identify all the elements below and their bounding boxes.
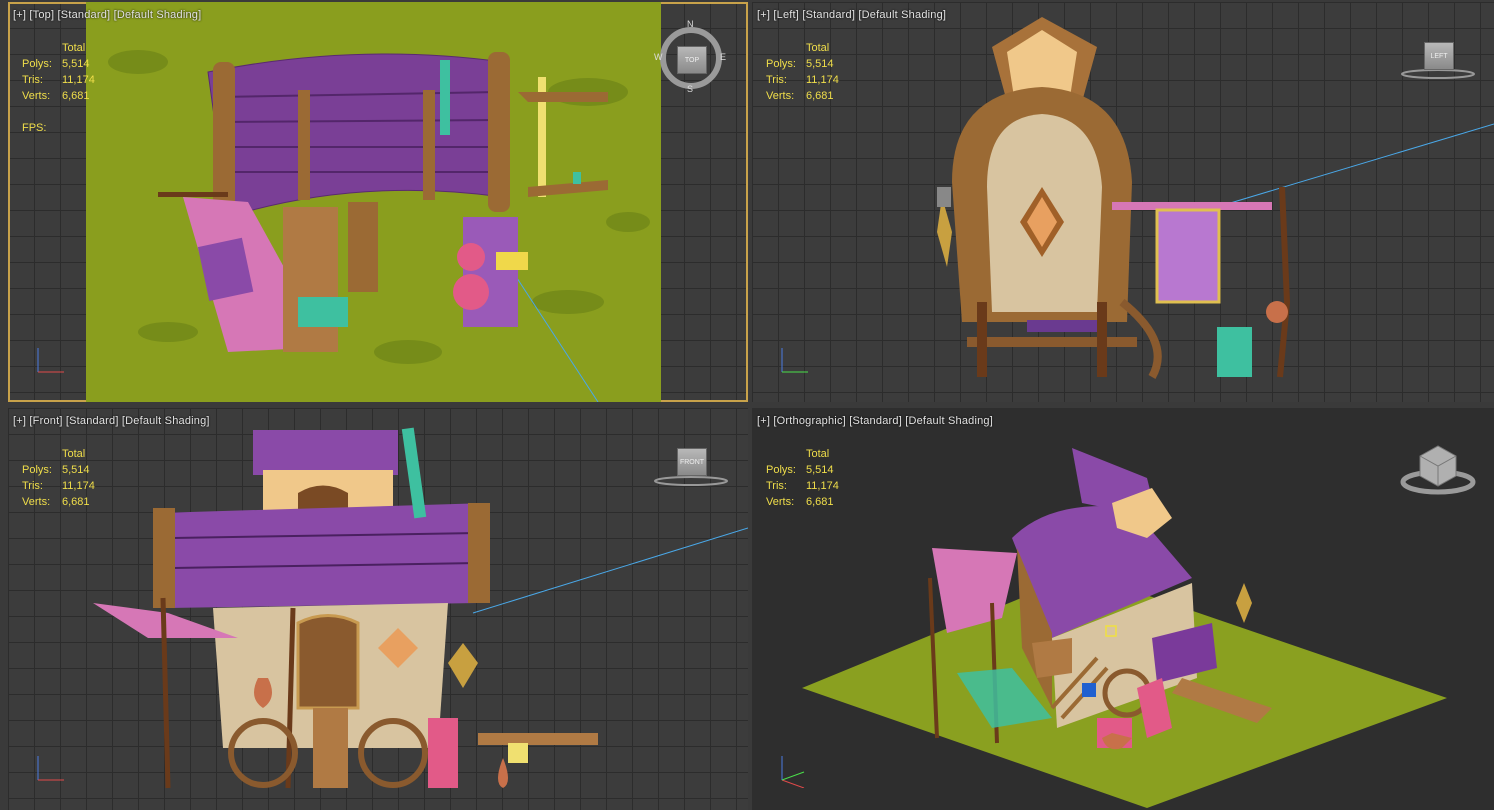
scene-statistics: Total Polys: 5,514 Tris: 11,174 Verts: 6,68…: [22, 40, 95, 136]
ortho-view-scene: [802, 448, 1447, 808]
viewcube-face[interactable]: LEFT: [1424, 42, 1454, 70]
viewcube-compass[interactable]: TOP N S E W: [654, 19, 730, 96]
viewport-standard-label[interactable]: [Standard]: [66, 415, 119, 427]
axis-tripod-icon: [37, 756, 64, 781]
stats-tris-value: 11,174: [806, 74, 839, 86]
viewcube-face[interactable]: TOP: [677, 46, 707, 74]
viewport-menu-plus[interactable]: [+]: [757, 9, 770, 21]
viewport-label[interactable]: [+] [Front] [Standard] [Default Shading]: [13, 415, 210, 427]
axis-tripod-icon: [781, 348, 808, 373]
stats-tris-label: Tris:: [766, 74, 787, 86]
viewcube[interactable]: FRONT: [653, 446, 729, 488]
stats-polys-value: 5,514: [62, 58, 90, 70]
compass-west-label: W: [654, 52, 663, 62]
stats-tris-value: 11,174: [806, 480, 839, 492]
viewport-menu-plus[interactable]: [+]: [13, 9, 26, 21]
stats-polys-label: Polys:: [22, 464, 52, 476]
stats-verts-value: 6,681: [806, 90, 834, 102]
stats-fps-label: FPS:: [22, 122, 47, 134]
viewport-menu-plus[interactable]: [+]: [13, 415, 26, 427]
viewport-left[interactable]: [+] [Left] [Standard] [Default Shading] …: [752, 2, 1494, 402]
stats-total-header: Total: [806, 448, 830, 460]
stats-tris-label: Tris:: [766, 480, 787, 492]
stats-total-header: Total: [806, 42, 830, 54]
viewcube-3d[interactable]: [1400, 442, 1476, 496]
stats-total-header: Total: [62, 42, 86, 54]
axis-tripod-icon: [781, 756, 805, 788]
axis-tripod-icon: [37, 348, 64, 373]
viewport-label[interactable]: [+] [Top] [Standard] [Default Shading]: [13, 9, 201, 21]
viewcube-face[interactable]: FRONT: [677, 448, 707, 476]
stats-polys-label: Polys:: [22, 58, 52, 70]
stats-polys-label: Polys:: [766, 464, 796, 476]
stats-verts-value: 6,681: [62, 90, 90, 102]
viewcube-icon: [1400, 445, 1476, 495]
viewport-shading-label[interactable]: [Default Shading]: [114, 9, 202, 21]
stats-polys-label: Polys:: [766, 58, 796, 70]
compass-south-label: S: [687, 84, 694, 94]
scene-statistics: Total Polys: 5,514 Tris: 11,174 Verts: 6,68…: [766, 446, 839, 510]
viewcube[interactable]: LEFT: [1400, 40, 1476, 80]
scene-statistics: Total Polys: 5,514 Tris: 11,174 Verts: 6,68…: [766, 40, 839, 104]
viewport-shading-label[interactable]: [Default Shading]: [858, 9, 946, 21]
viewport-top[interactable]: [+] [Top] [Standard] [Default Shading] T…: [8, 2, 748, 402]
left-view-scene: [937, 17, 1494, 379]
viewport-label[interactable]: [+] [Orthographic] [Standard] [Default S…: [757, 415, 993, 427]
front-view-scene: [93, 427, 748, 789]
compass-north-label: N: [687, 19, 694, 29]
viewport-pov-label[interactable]: [Front]: [29, 415, 62, 427]
viewport-pov-label[interactable]: [Top]: [29, 9, 54, 21]
stats-polys-value: 5,514: [806, 58, 834, 70]
viewport-orthographic[interactable]: [+] [Orthographic] [Standard] [Default S…: [752, 408, 1494, 810]
stats-verts-label: Verts:: [766, 496, 795, 508]
viewport-pov-label[interactable]: [Left]: [773, 9, 799, 21]
viewport-front[interactable]: [+] [Front] [Standard] [Default Shading]…: [8, 408, 748, 810]
compass-east-label: E: [720, 52, 727, 62]
stats-verts-value: 6,681: [62, 496, 90, 508]
stats-polys-value: 5,514: [62, 464, 90, 476]
stats-verts-label: Verts:: [22, 496, 51, 508]
stats-total-header: Total: [62, 448, 86, 460]
viewport-standard-label[interactable]: [Standard]: [849, 415, 902, 427]
stats-tris-label: Tris:: [22, 480, 43, 492]
viewport-standard-label[interactable]: [Standard]: [58, 9, 111, 21]
top-view-scene: [86, 2, 661, 402]
stats-tris-value: 11,174: [62, 480, 95, 492]
scene-statistics: Total Polys: 5,514 Tris: 11,174 Verts: 6,68…: [22, 446, 95, 510]
stats-polys-value: 5,514: [806, 464, 834, 476]
stats-verts-label: Verts:: [22, 90, 51, 102]
viewport-shading-label[interactable]: [Default Shading]: [122, 415, 210, 427]
viewport-pov-label[interactable]: [Orthographic]: [773, 415, 846, 427]
stats-tris-label: Tris:: [22, 74, 43, 86]
viewport-menu-plus[interactable]: [+]: [757, 415, 770, 427]
stats-verts-label: Verts:: [766, 90, 795, 102]
stats-verts-value: 6,681: [806, 496, 834, 508]
viewport-standard-label[interactable]: [Standard]: [802, 9, 855, 21]
viewport-label[interactable]: [+] [Left] [Standard] [Default Shading]: [757, 9, 946, 21]
stats-tris-value: 11,174: [62, 74, 95, 86]
viewport-shading-label[interactable]: [Default Shading]: [905, 415, 993, 427]
